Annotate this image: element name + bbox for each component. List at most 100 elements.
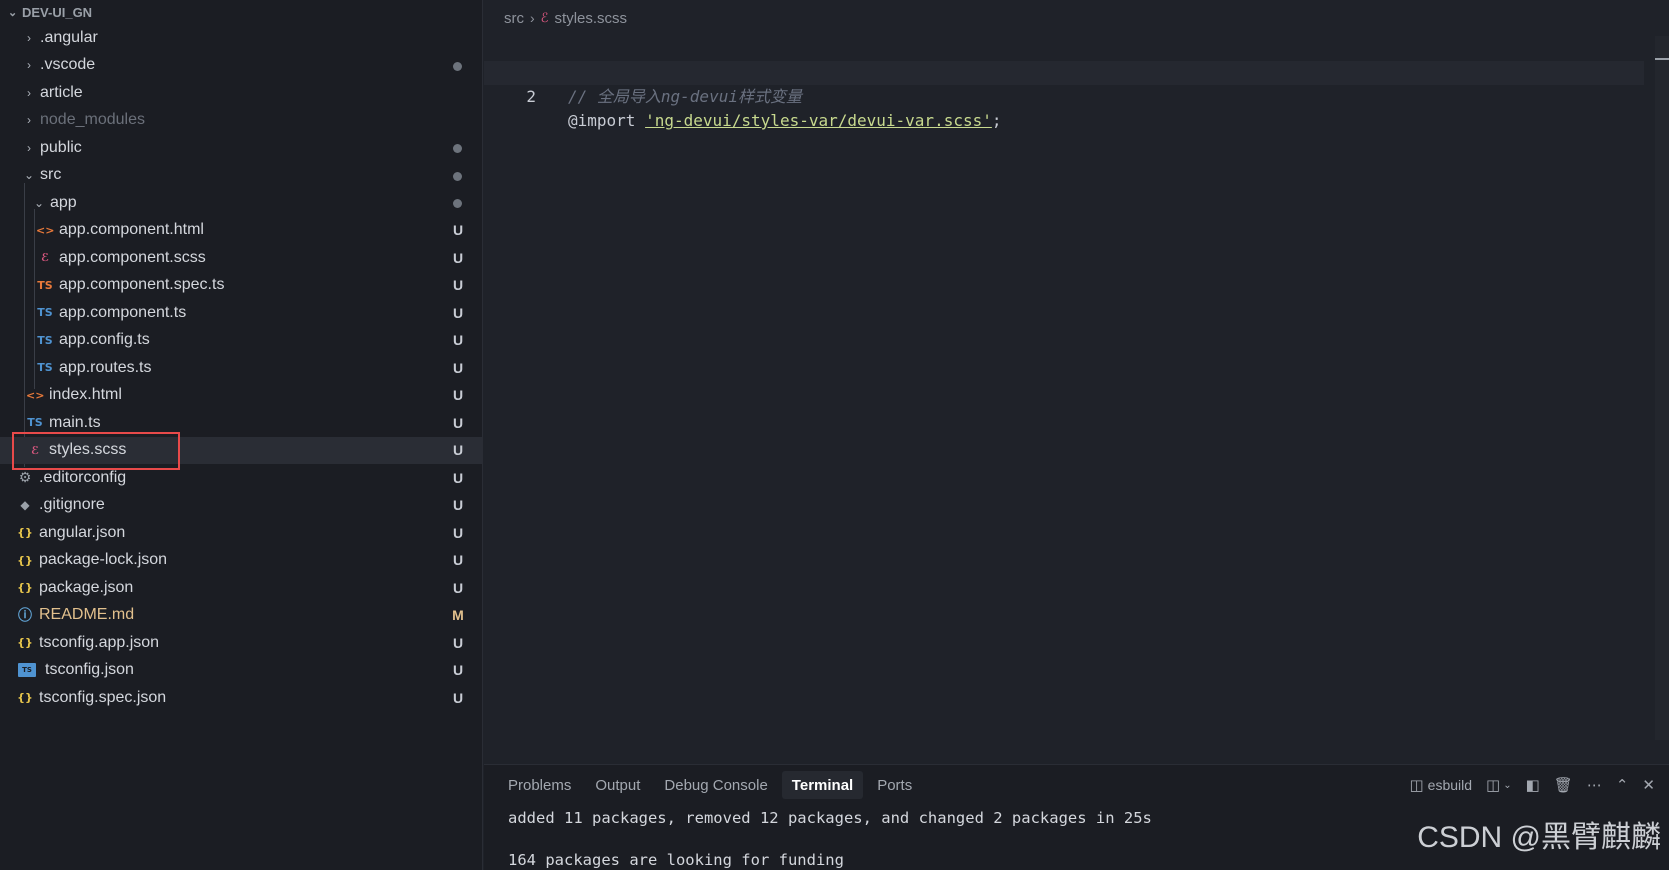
breadcrumb-folder[interactable]: src: [504, 10, 524, 27]
tree-item-label: tsconfig.json: [45, 661, 134, 679]
layout-icon: ◫: [1486, 776, 1501, 794]
tree-item-label: package.json: [39, 578, 134, 596]
editor-scrollbar[interactable]: [1655, 36, 1669, 740]
tree-file-app-routes-ts[interactable]: TS app.routes.ts U: [0, 354, 482, 382]
tree-item-label: package-lock.json: [39, 551, 168, 569]
tree-folder-article[interactable]: › article: [0, 79, 482, 107]
code-comment: // 全局导入ng-devui样式变量: [568, 87, 802, 106]
tree-file-styles-scss[interactable]: ℰ styles.scss U: [0, 436, 482, 464]
more-actions-icon[interactable]: ⋯: [1587, 776, 1602, 794]
chevron-down-icon: ⌄: [33, 195, 45, 210]
chevron-right-icon: ›: [530, 10, 535, 26]
code-line-current[interactable]: 2 @import 'ng-devui/styles-var/devui-var…: [484, 61, 1644, 130]
tab-output[interactable]: Output: [585, 771, 650, 799]
scss-file-icon: ℰ: [30, 443, 40, 457]
tree-file-app-config-ts[interactable]: TS app.config.ts U: [0, 327, 482, 355]
tree-folder-vscode[interactable]: › .vscode: [0, 52, 482, 80]
modified-dot-indicator: [453, 144, 462, 153]
tree-file-readme-md[interactable]: ⓘ README.md M: [0, 602, 482, 630]
git-status-badge: U: [452, 387, 464, 404]
watermark: CSDN @黑臂麒麟: [1417, 821, 1661, 854]
info-icon: ⓘ: [18, 608, 32, 625]
tree-folder-node-modules[interactable]: › node_modules: [0, 107, 482, 135]
tree-item-label: tsconfig.app.json: [39, 633, 160, 651]
modified-dot-indicator: [453, 171, 462, 181]
line-number: 2: [526, 87, 536, 106]
tree-item-label: .angular: [40, 28, 98, 46]
chevron-down-icon: ⌄: [8, 6, 18, 19]
tree-file-tsconfig-spec-json[interactable]: {} tsconfig.spec.json U: [0, 684, 482, 712]
tree-item-label: article: [40, 83, 83, 101]
tree-folder-src[interactable]: ⌄ src: [0, 162, 482, 190]
tree-item-label: angular.json: [39, 523, 126, 541]
git-status-badge: U: [452, 524, 464, 541]
close-panel-icon[interactable]: ✕: [1642, 776, 1655, 794]
tree-file-package-json[interactable]: {} package.json U: [0, 574, 482, 602]
explorer-root-header[interactable]: ⌄ DEV-UI_GN: [0, 0, 482, 24]
tree-file-app-component-ts[interactable]: TS app.component.ts U: [0, 299, 482, 327]
layout-dropdown-button[interactable]: ◫ ⌄: [1486, 776, 1512, 794]
json-file-icon: {}: [17, 526, 33, 540]
tree-file-index-html[interactable]: <> index.html U: [0, 382, 482, 410]
tree-file-app-component-spec-ts[interactable]: TS app.component.spec.ts U: [0, 272, 482, 300]
code-string-link[interactable]: 'ng-devui/styles-var/devui-var.scss': [645, 111, 992, 130]
tsconfig-file-icon: TS: [18, 663, 36, 678]
git-status-badge: U: [452, 332, 464, 349]
tree-folder-public[interactable]: › public: [0, 134, 482, 162]
ts-file-icon: TS: [37, 361, 53, 375]
chevron-down-icon: ⌄: [1503, 779, 1512, 791]
chevron-right-icon: ›: [27, 85, 31, 100]
explorer-root-label: DEV-UI_GN: [22, 4, 93, 20]
tree-file-app-component-scss[interactable]: ℰ app.component.scss U: [0, 244, 482, 272]
breadcrumb-file[interactable]: styles.scss: [555, 10, 628, 27]
terminal-name: esbuild: [1427, 777, 1473, 793]
tree-item-label: app.component.ts: [59, 303, 187, 321]
tab-terminal[interactable]: Terminal: [781, 771, 864, 799]
html-file-icon: <>: [26, 388, 45, 402]
tab-problems[interactable]: Problems: [498, 771, 581, 799]
tree-file-tsconfig-app-json[interactable]: {} tsconfig.app.json U: [0, 629, 482, 657]
tree-folder-angular[interactable]: › .angular: [0, 24, 482, 52]
trash-icon[interactable]: 🗑: [1554, 776, 1573, 794]
tree-item-label: node_modules: [40, 111, 145, 129]
ts-file-icon: TS: [37, 306, 53, 320]
split-terminal-icon[interactable]: ◧: [1526, 776, 1540, 794]
code-editor[interactable]: src › ℰ styles.scss 1 // 全局导入ng-devui样式变…: [484, 0, 1669, 764]
json-file-icon: {}: [17, 636, 33, 650]
tree-item-label: app.component.spec.ts: [59, 276, 225, 294]
git-status-badge: U: [452, 414, 464, 431]
tree-file-gitignore[interactable]: ◆ .gitignore U: [0, 492, 482, 520]
tab-ports[interactable]: Ports: [867, 771, 922, 799]
tree-file-package-lock-json[interactable]: {} package-lock.json U: [0, 547, 482, 575]
modified-dot-indicator: [453, 199, 462, 208]
git-icon: ◆: [20, 498, 30, 513]
maximize-panel-icon[interactable]: ⌃: [1616, 776, 1629, 794]
tree-file-tsconfig-json[interactable]: TS tsconfig.json U: [0, 657, 482, 685]
html-file-icon: <>: [36, 223, 55, 237]
git-status-badge: U: [452, 469, 464, 486]
tree-folder-app[interactable]: ⌄ app: [0, 189, 482, 217]
tree-item-label: app.routes.ts: [59, 358, 152, 376]
code-punctuation: ;: [991, 111, 1002, 130]
tree-file-angular-json[interactable]: {} angular.json U: [0, 519, 482, 547]
modified-dot-indicator: [453, 61, 462, 71]
tree-file-app-component-html[interactable]: <> app.component.html U: [0, 217, 482, 245]
tree-item-label: README.md: [39, 606, 135, 624]
tree-item-label: main.ts: [49, 413, 101, 431]
chevron-down-icon: ⌄: [23, 168, 35, 183]
git-status-badge: U: [452, 304, 464, 321]
tab-debug-console[interactable]: Debug Console: [654, 771, 777, 799]
code-keyword: @import: [568, 111, 636, 130]
git-status-badge: U: [452, 359, 464, 376]
code-line[interactable]: 1 // 全局导入ng-devui样式变量: [484, 37, 1644, 106]
git-status-badge: U: [452, 249, 464, 266]
tree-item-label: styles.scss: [49, 441, 127, 459]
git-status-badge: U: [452, 222, 464, 239]
tree-file-main-ts[interactable]: TS main.ts U: [0, 409, 482, 437]
terminal-output-line: 164 packages are looking for funding: [508, 851, 844, 869]
git-status-badge: M: [452, 607, 464, 624]
tree-file-editorconfig[interactable]: ⚙ .editorconfig U: [0, 464, 482, 492]
git-status-badge: U: [452, 579, 464, 596]
terminal-selector[interactable]: ◫ esbuild: [1409, 776, 1472, 794]
tree-item-label: .vscode: [40, 56, 96, 74]
